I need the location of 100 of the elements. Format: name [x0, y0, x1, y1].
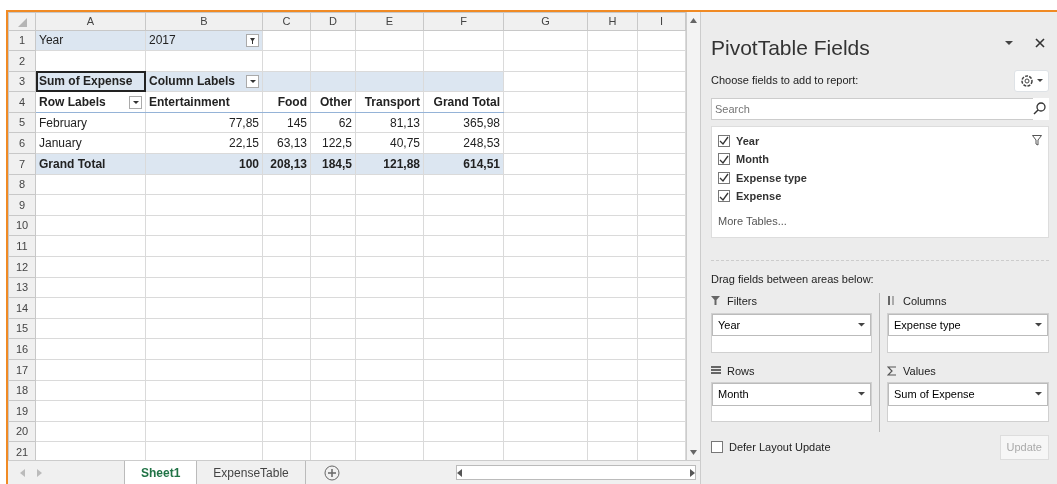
caret-icon[interactable]: [858, 322, 865, 327]
row-header[interactable]: 19: [8, 400, 36, 422]
close-icon[interactable]: [1035, 37, 1045, 48]
field-label[interactable]: Year: [736, 132, 1026, 149]
vertical-scrollbar[interactable]: [686, 12, 700, 460]
cell-value: Grand Total: [433, 95, 500, 110]
cell-value: Other: [320, 95, 352, 110]
row-header[interactable]: 3: [8, 71, 36, 92]
column-header[interactable]: A: [35, 12, 146, 30]
defer-label[interactable]: Defer Layout Update: [729, 439, 831, 456]
cell-value: 121,88: [383, 156, 420, 171]
row-header[interactable]: 15: [8, 318, 36, 339]
row-header[interactable]: 8: [8, 174, 36, 195]
row-header[interactable]: 7: [8, 153, 36, 175]
row-header[interactable]: 6: [8, 132, 36, 154]
search-field[interactable]: Search: [711, 97, 1033, 120]
cell-value: January: [39, 136, 82, 151]
columns-icon: [887, 296, 897, 307]
field-label[interactable]: Month: [736, 151, 1042, 168]
area-label: Values: [903, 363, 936, 379]
column-header[interactable]: F: [423, 12, 504, 30]
cell-value: 100: [238, 156, 259, 171]
field-label[interactable]: Expense: [736, 188, 1042, 205]
row-header[interactable]: 11: [8, 235, 36, 257]
filter-icon: [711, 296, 721, 307]
area-label: Filters: [727, 294, 757, 309]
scroll-down-icon[interactable]: [690, 449, 697, 455]
column-header[interactable]: D: [310, 12, 356, 30]
pane-options-icon[interactable]: [1005, 40, 1013, 45]
field-label[interactable]: Expense type: [736, 169, 1042, 186]
cell-value: 22,15: [228, 136, 259, 151]
area-field-button[interactable]: Month: [712, 383, 871, 406]
settings-icon[interactable]: [1020, 73, 1034, 88]
row-header[interactable]: 1: [8, 30, 36, 51]
area-label: Columns: [903, 294, 947, 309]
cell-value: 77,85: [228, 115, 259, 130]
tools-button[interactable]: [1014, 69, 1049, 92]
cell-value: 81,13: [389, 115, 420, 130]
cell-value: 365,98: [463, 115, 500, 130]
row-header[interactable]: 20: [8, 421, 36, 442]
cell-value: Food: [277, 95, 307, 110]
more-tables-link[interactable]: More Tables...: [718, 212, 787, 229]
caret-icon[interactable]: [858, 392, 865, 397]
rows-icon: [711, 365, 721, 376]
sheet-tab[interactable]: ExpenseTable: [197, 461, 306, 484]
column-header[interactable]: C: [262, 12, 311, 30]
cell-value: Transport: [364, 95, 420, 110]
row-header[interactable]: 4: [8, 91, 36, 113]
area-field-button[interactable]: Expense type: [888, 313, 1048, 336]
cell-value: Year: [39, 33, 64, 48]
sheet-tab[interactable]: Sheet1: [124, 461, 198, 484]
search-icon[interactable]: [1033, 102, 1046, 115]
row-header[interactable]: 14: [8, 297, 36, 319]
cell-value: 122,5: [321, 136, 352, 151]
horizontal-scrollbar[interactable]: [456, 465, 696, 480]
scroll-right-icon[interactable]: [690, 468, 695, 477]
field-checkbox[interactable]: [718, 134, 730, 147]
field-checkbox[interactable]: [718, 171, 730, 184]
column-header[interactable]: E: [355, 12, 424, 30]
row-header[interactable]: 9: [8, 194, 36, 216]
caret-icon[interactable]: [1035, 322, 1042, 327]
add-sheet-icon[interactable]: [323, 464, 340, 481]
cell-value: 62: [338, 115, 352, 130]
row-header[interactable]: 16: [8, 338, 36, 360]
row-header[interactable]: 18: [8, 380, 36, 401]
cell-value: 63,13: [276, 136, 307, 151]
column-header[interactable]: I: [637, 12, 686, 30]
cell-value: Row Labels: [39, 94, 106, 112]
cell-value: 40,75: [389, 136, 420, 151]
row-header[interactable]: 13: [8, 277, 36, 298]
row-header[interactable]: 12: [8, 256, 36, 278]
areas-hint: Drag fields between areas below:: [711, 259, 1049, 287]
cell-value: 248,53: [463, 136, 500, 151]
column-header[interactable]: B: [145, 12, 263, 30]
row-header[interactable]: 10: [8, 215, 36, 236]
caret-icon[interactable]: [1035, 392, 1042, 397]
row-header[interactable]: 2: [8, 50, 36, 72]
pane-title: PivotTable Fields: [711, 35, 871, 61]
row-header[interactable]: 17: [8, 359, 36, 381]
cell-value: 208,13: [270, 156, 307, 171]
cell-value: 184,5: [321, 156, 352, 171]
cell-value: Sum of Expense: [39, 74, 133, 89]
row-header[interactable]: 5: [8, 112, 36, 133]
area-label: Rows: [727, 363, 755, 379]
scroll-left-icon[interactable]: [457, 468, 462, 477]
cell-value: Column Labels: [149, 73, 235, 91]
scroll-up-icon[interactable]: [690, 17, 697, 23]
cell-value: 2017: [149, 32, 176, 50]
sum-icon: [887, 365, 897, 376]
cell-value: 145: [286, 115, 307, 130]
cell-value: Grand Total: [39, 156, 106, 171]
defer-checkbox[interactable]: [711, 441, 723, 454]
area-field-button[interactable]: Sum of Expense: [888, 383, 1048, 406]
column-header[interactable]: H: [587, 12, 638, 30]
column-header[interactable]: G: [503, 12, 588, 30]
field-checkbox[interactable]: [718, 190, 730, 203]
caret-icon[interactable]: [1037, 79, 1043, 82]
field-checkbox[interactable]: [718, 153, 730, 166]
area-field-button[interactable]: Year: [712, 313, 871, 336]
cell-value: February: [39, 115, 88, 130]
